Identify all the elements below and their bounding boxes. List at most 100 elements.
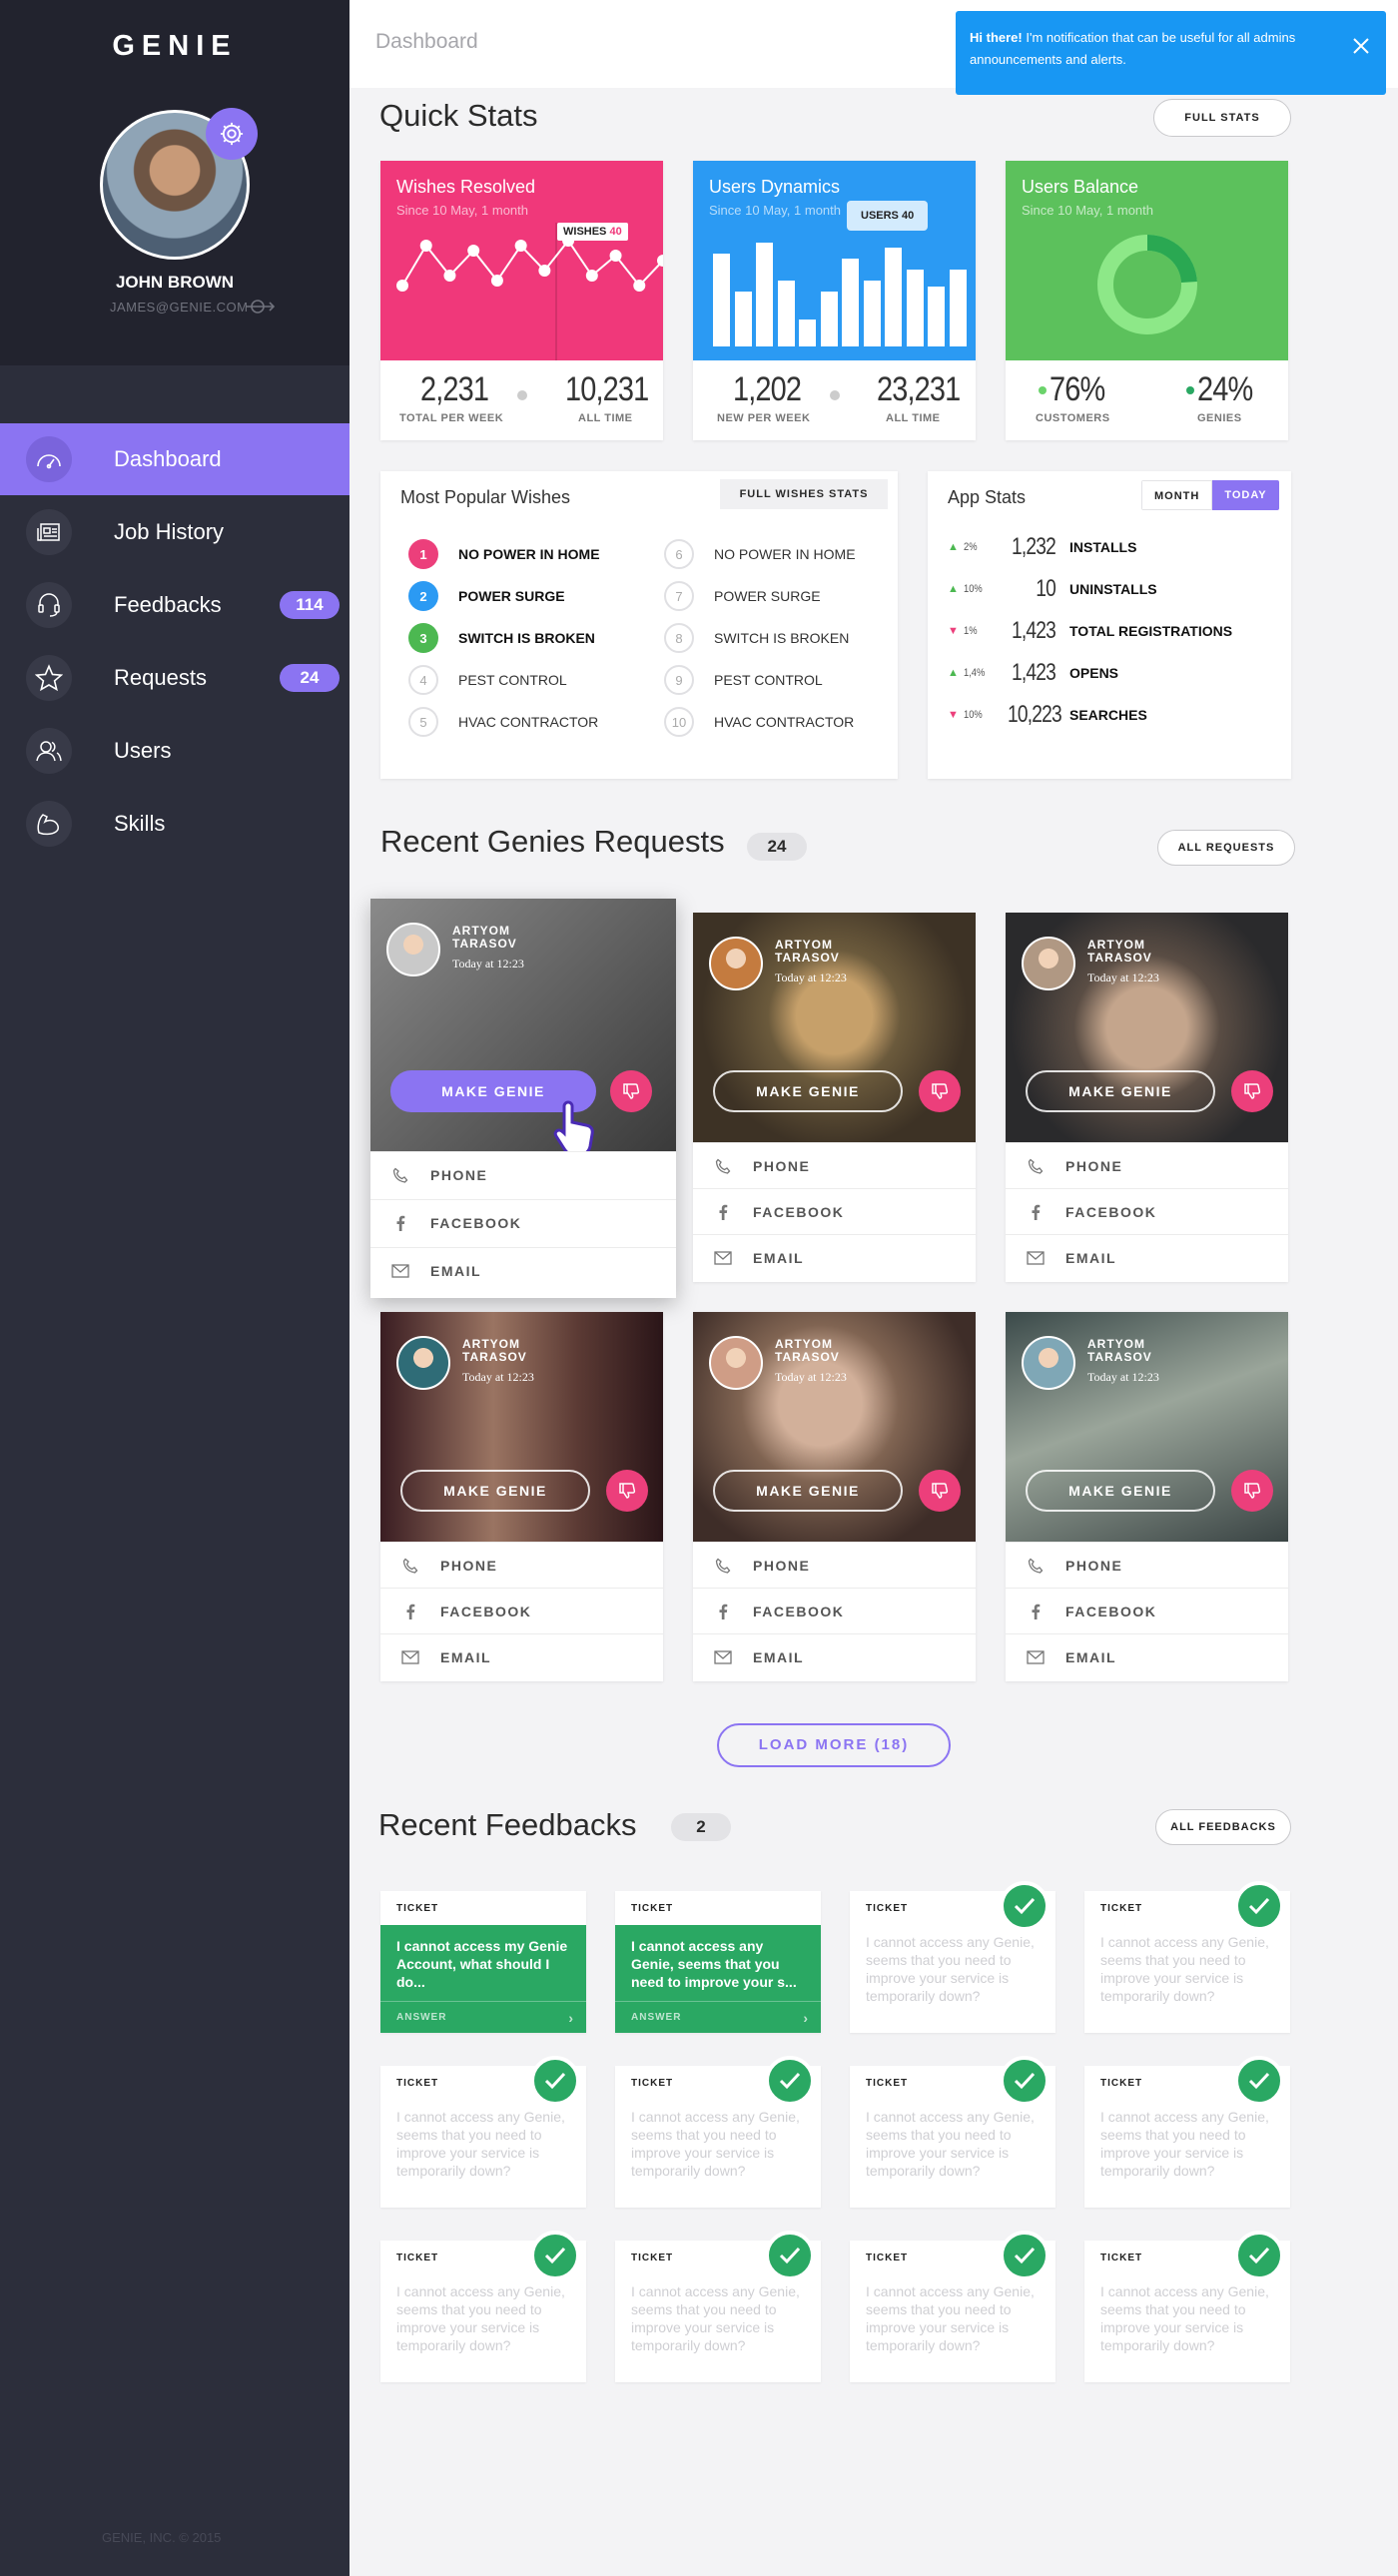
contact-email[interactable]: EMAIL [1006,1234,1288,1280]
contact-phone[interactable]: PHONE [693,1142,976,1188]
wishes-point [419,240,432,252]
wishes-all-time: 10,231 [565,370,649,408]
thumbs-down-icon[interactable] [610,1070,652,1112]
sidebar-item-label: Job History [114,519,225,544]
contact-facebook[interactable]: FACEBOOK [693,1588,976,1633]
answer-button[interactable]: ANSWER › [380,2001,586,2033]
ticket-text: I cannot access any Genie, seems that yo… [396,2283,565,2353]
sidebar-item-label: Users [114,738,172,763]
make-genie-button[interactable]: MAKE GENIE [1026,1470,1215,1512]
contact-label: FACEBOOK [1065,1203,1157,1220]
make-genie-button[interactable]: MAKE GENIE [1026,1070,1215,1112]
wishes-point [490,275,503,287]
all-requests-button[interactable]: ALL REQUESTS [1157,830,1295,866]
balance-chart-area: Users Balance Since 10 May, 1 month [1006,161,1288,360]
wishes-chart-area: Wishes Resolved Since 10 May, 1 month WI… [380,161,663,360]
contact-email[interactable]: EMAIL [1006,1633,1288,1679]
contact-phone[interactable]: PHONE [693,1542,976,1588]
wish-item[interactable]: 5 HVAC CONTRACTOR [408,707,598,737]
thumbs-down-icon[interactable] [919,1070,961,1112]
request-photo: ARTYOM TARASOV Today at 12:23 MAKE GENIE [693,913,976,1142]
make-genie-button[interactable]: MAKE GENIE [713,1070,903,1112]
thumbs-down-icon[interactable] [1231,1070,1273,1112]
wish-item[interactable]: 1 NO POWER IN HOME [408,539,600,569]
close-icon[interactable] [1352,37,1370,62]
app-stat-label: OPENS [1069,665,1119,681]
users-bar [885,248,902,346]
ticket-label: TICKET [1100,2253,1143,2263]
full-stats-button[interactable]: FULL STATS [1153,99,1291,137]
wish-label: NO POWER IN HOME [714,546,856,562]
sidebar-item-skills[interactable]: Skills [0,788,350,860]
users-bar [799,319,816,346]
app-stat-value: 1,232 [1011,533,1056,560]
ticket-label: TICKET [396,1903,439,1914]
wish-item[interactable]: 10 HVAC CONTRACTOR [664,707,854,737]
make-genie-button[interactable]: MAKE GENIE [400,1470,590,1512]
answer-button[interactable]: ANSWER › [615,2001,821,2033]
contact-email[interactable]: EMAIL [370,1247,676,1293]
wish-item[interactable]: 6 NO POWER IN HOME [664,539,856,569]
thumbs-down-icon[interactable] [1231,1470,1273,1512]
contact-label: EMAIL [1065,1249,1117,1266]
quick-stats-title: Quick Stats [379,98,538,133]
contact-facebook[interactable]: FACEBOOK [370,1199,676,1245]
wish-rank: 7 [664,581,694,611]
email-icon [370,1263,430,1278]
request-card[interactable]: ARTYOM TARASOV Today at 12:23 MAKE GENIE PH… [370,899,676,1298]
wish-rank: 1 [408,539,438,569]
contact-facebook[interactable]: FACEBOOK [693,1188,976,1234]
request-card[interactable]: ARTYOM TARASOV Today at 12:23 MAKE GENIE PH… [1006,1312,1288,1681]
request-card[interactable]: ARTYOM TARASOV Today at 12:23 MAKE GENIE PH… [1006,913,1288,1282]
contact-email[interactable]: EMAIL [380,1633,663,1679]
tooltip-value: 40 [901,210,915,222]
sidebar-item-job-history[interactable]: Job History [0,496,350,568]
customers-dot [1039,386,1047,394]
contact-facebook[interactable]: FACEBOOK [1006,1188,1288,1234]
tab-month[interactable]: MONTH [1141,480,1213,510]
wish-item[interactable]: 7 POWER SURGE [664,581,821,611]
request-card[interactable]: ARTYOM TARASOV Today at 12:23 MAKE GENIE PH… [693,1312,976,1681]
load-more-button[interactable]: LOAD MORE (18) [717,1723,951,1767]
wish-item[interactable]: 8 SWITCH IS BROKEN [664,623,849,653]
contact-phone[interactable]: PHONE [380,1542,663,1588]
wish-item[interactable]: 3 SWITCH IS BROKEN [408,623,595,653]
contact-phone[interactable]: PHONE [1006,1542,1288,1588]
chevron-right-icon: › [803,2010,809,2026]
contact-label: PHONE [430,1166,488,1183]
request-photo: ARTYOM TARASOV Today at 12:23 MAKE GENIE [1006,1312,1288,1542]
ticket-text: I cannot access my Genie Account, what s… [396,1938,568,1990]
gear-icon[interactable] [206,108,258,160]
feedback-ticket[interactable]: TICKET I cannot access any Genie, seems t… [615,1891,821,2033]
brand-logo[interactable]: GENIE [0,30,350,63]
all-feedbacks-button[interactable]: ALL FEEDBACKS [1155,1809,1291,1845]
contact-phone[interactable]: PHONE [1006,1142,1288,1188]
breadcrumb[interactable]: Dashboard [375,30,478,54]
ticket-label: TICKET [866,2253,909,2263]
thumbs-down-icon[interactable] [606,1470,648,1512]
request-card[interactable]: ARTYOM TARASOV Today at 12:23 MAKE GENIE PH… [380,1312,663,1681]
wish-item[interactable]: 4 PEST CONTROL [408,665,567,695]
contact-email[interactable]: EMAIL [693,1633,976,1679]
contact-facebook[interactable]: FACEBOOK [380,1588,663,1633]
ticket-label: TICKET [631,2253,674,2263]
make-genie-button[interactable]: MAKE GENIE [713,1470,903,1512]
users-bar [713,253,730,346]
sidebar-item-feedbacks[interactable]: Feedbacks 114 [0,569,350,641]
contact-facebook[interactable]: FACEBOOK [1006,1588,1288,1633]
full-wishes-stats-button[interactable]: FULL WISHES STATS [720,479,888,509]
logout-icon[interactable] [244,298,276,321]
arrow-up-icon: ▲ [948,583,959,595]
users-bar [928,286,945,346]
sidebar-item-dashboard[interactable]: Dashboard [0,423,350,495]
sidebar-item-requests[interactable]: Requests 24 [0,642,350,714]
contact-email[interactable]: EMAIL [693,1234,976,1280]
contact-phone[interactable]: PHONE [370,1151,676,1197]
thumbs-down-icon[interactable] [919,1470,961,1512]
wish-item[interactable]: 2 POWER SURGE [408,581,565,611]
request-card[interactable]: ARTYOM TARASOV Today at 12:23 MAKE GENIE PH… [693,913,976,1282]
wish-item[interactable]: 9 PEST CONTROL [664,665,823,695]
sidebar-item-users[interactable]: Users [0,715,350,787]
tab-today[interactable]: TODAY [1212,480,1279,510]
feedback-ticket[interactable]: TICKET I cannot access my Genie Account, … [380,1891,586,2033]
